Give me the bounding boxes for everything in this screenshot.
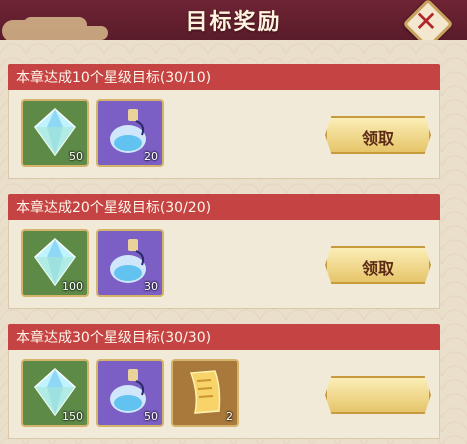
claim-button-shape bbox=[325, 376, 431, 414]
item-quantity: 2 bbox=[226, 410, 233, 423]
reward-slot[interactable]: 150 bbox=[21, 359, 89, 427]
reward-slot[interactable]: 2 bbox=[171, 359, 239, 427]
item-quantity: 50 bbox=[144, 410, 158, 423]
close-icon: ✕ bbox=[414, 5, 438, 38]
reward-card: 本章达成20个星级目标(30/20) 100 30 领取 bbox=[8, 194, 440, 309]
close-button[interactable]: ✕ bbox=[402, 0, 454, 50]
header-bar: 目标奖励 bbox=[0, 0, 467, 42]
reward-card-header: 本章达成10个星级目标(30/10) bbox=[8, 64, 440, 90]
claim-button[interactable]: 领取 bbox=[325, 246, 431, 284]
goal-label: 本章达成20个星级目标(30/20) bbox=[16, 200, 212, 216]
goal-label: 本章达成10个星级目标(30/10) bbox=[16, 70, 212, 86]
item-quantity: 20 bbox=[144, 150, 158, 163]
item-quantity: 50 bbox=[69, 150, 83, 163]
claim-button-label: 领取 bbox=[361, 259, 394, 278]
reward-slot[interactable]: 20 bbox=[96, 99, 164, 167]
rewards-panel: 本章达成10个星级目标(30/10) 50 20 领取 本章达成20个星级目标(… bbox=[0, 40, 467, 444]
reward-card-body: 150 50 2 bbox=[8, 350, 440, 439]
reward-slot[interactable]: 30 bbox=[96, 229, 164, 297]
reward-card: 本章达成30个星级目标(30/30) 150 50 2 bbox=[8, 324, 440, 439]
reward-slot[interactable]: 50 bbox=[21, 99, 89, 167]
reward-card-header: 本章达成30个星级目标(30/30) bbox=[8, 324, 440, 350]
claim-button[interactable]: 领取 bbox=[325, 116, 431, 154]
scroll-icon bbox=[189, 370, 221, 414]
reward-card-body: 50 20 领取 bbox=[8, 90, 440, 179]
item-quantity: 150 bbox=[62, 410, 83, 423]
item-quantity: 100 bbox=[62, 280, 83, 293]
reward-card-header: 本章达成20个星级目标(30/20) bbox=[8, 194, 440, 220]
page-title: 目标奖励 bbox=[185, 10, 282, 35]
reward-card-body: 100 30 领取 bbox=[8, 220, 440, 309]
claim-button[interactable] bbox=[325, 376, 431, 414]
reward-card: 本章达成10个星级目标(30/10) 50 20 领取 bbox=[8, 64, 440, 179]
item-quantity: 30 bbox=[144, 280, 158, 293]
goal-label: 本章达成30个星级目标(30/30) bbox=[16, 330, 212, 346]
claim-button-label: 领取 bbox=[361, 129, 394, 148]
reward-slot[interactable]: 100 bbox=[21, 229, 89, 297]
reward-slot[interactable]: 50 bbox=[96, 359, 164, 427]
